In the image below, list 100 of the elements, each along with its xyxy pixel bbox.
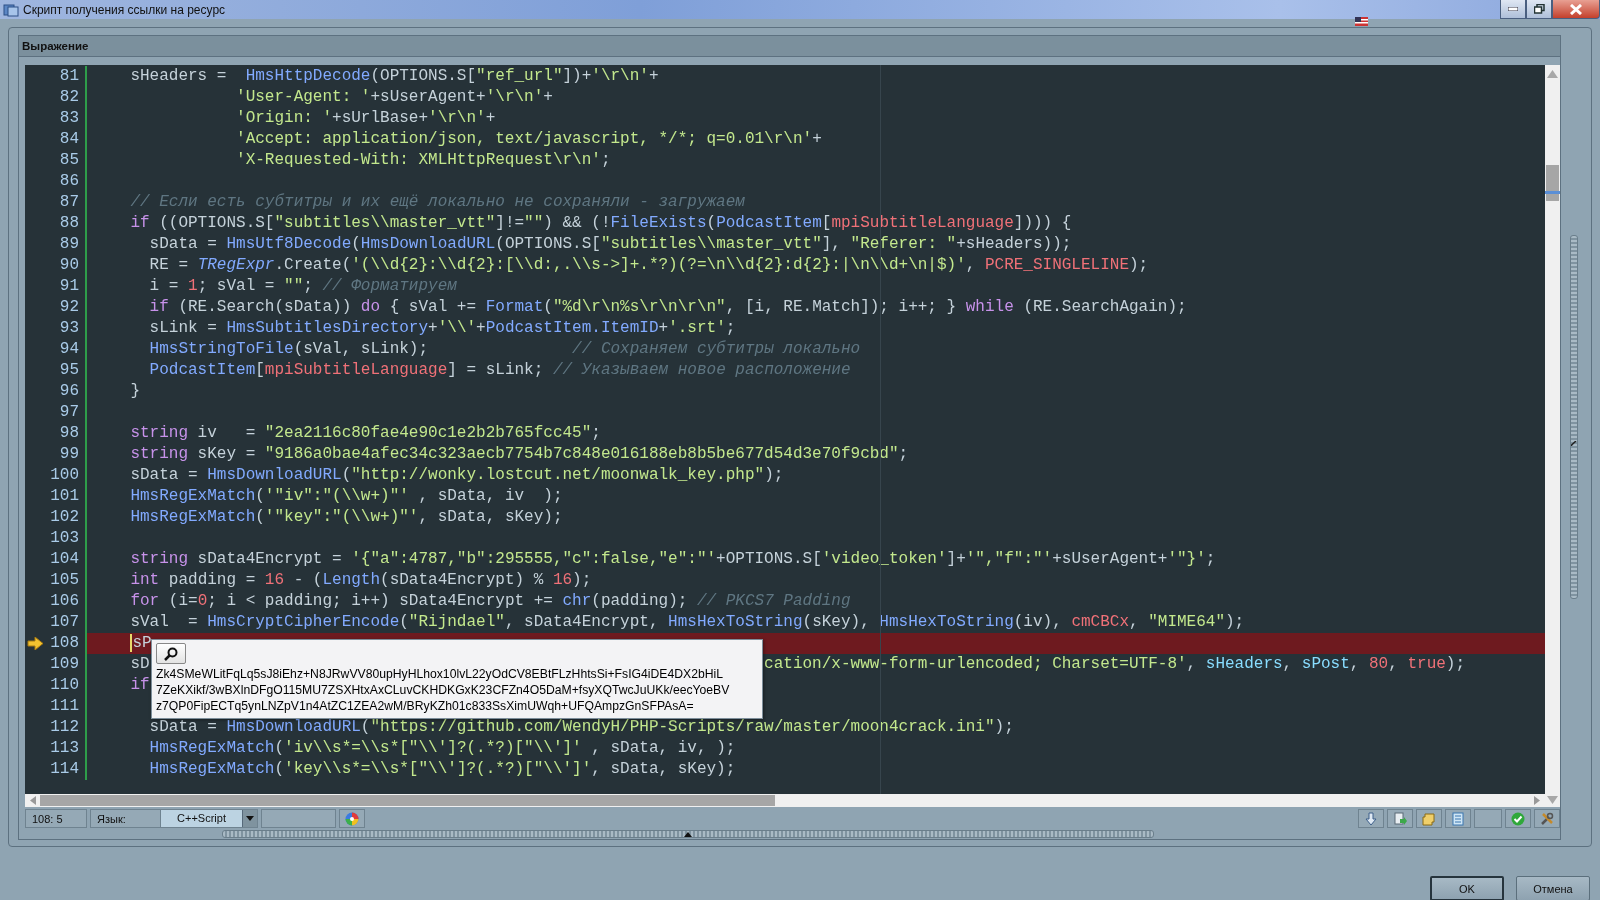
code-line: // Если есть субтитры и их ещё локально не сохраняли - загружаем [129,192,745,213]
toolbar-button[interactable] [1387,809,1413,828]
line-number: 103 [50,528,79,549]
download-icon [1364,811,1378,826]
scrollbar-thumb[interactable] [1546,165,1559,201]
language-dropdown[interactable]: C++Script [160,809,258,828]
line-number: 110 [50,675,79,696]
line-number: 87 [59,192,79,213]
line-number: 85 [59,150,79,171]
minimize-button[interactable] [1500,0,1526,19]
line-number: 112 [50,717,79,738]
execution-arrow-icon [27,637,44,650]
code-line: sVal = HmsCryptCipherEncode("Rijndael", sData4Encrypt, HmsHexToString(sKey), HmsHexToString(iv), cmCBCx, "MIME64"); [129,612,1245,633]
code-line: sData = HmsDownloadURL("http://wonky.lostcut.net/moonwalk_key.php"); [129,465,784,486]
line-number: 109 [50,654,79,675]
splitter-handle[interactable] [1570,235,1578,599]
tooltip-text: z7QP0FipECTq5ynLNZpV1n4AtZC1ZEA2wM/BRyKZh01c833SsXimUWqh+UFQAmpzGnSFPAsA= [156,698,695,714]
code-line: string sKey = "9186a0bae4afec34c323aecb7754b7c848e016188eb8b5be677d54d3e70f9cbd"; [129,444,909,465]
line-number: 94 [59,339,79,360]
list-icon [1452,811,1464,826]
scroll-right-icon [1533,796,1541,805]
code-line: for (i=0; i < padding; i++) sData4Encrypt += chr(padding); // PKCS7 Padding [129,591,851,612]
caret-icon [246,816,254,821]
code-line: HmsRegExMatch('"key":"(\\w+)"', sData, sKey); [129,507,563,528]
code-line: } [129,381,140,402]
code-line: string sData4Encrypt = '{"a":4787,"b":295555,"c":false,"e":"'+OPTIONS.S['video_token']+'","f":"'+sUserAgent+'"}'; [129,549,1216,570]
color-wheel-icon [345,811,359,826]
code-line: i = 1; sVal = ""; // Форматируем [148,276,457,297]
tools-icon [1540,811,1554,826]
line-number: 88 [59,213,79,234]
search-icon [164,646,178,661]
line-number: 96 [59,381,79,402]
code-line: string iv = "2ea2116c80fae4e90c1e2b2b765fcc45"; [129,423,601,444]
scroll-up-icon [1547,70,1558,78]
close-icon [1569,3,1583,15]
code-line: sData = HmsDownloadURL("https://github.com/WendyH/PHP-Scripts/raw/master/moon4crack.ini"); [148,717,1014,738]
color-button[interactable] [339,809,365,828]
line-number: 81 [59,66,79,87]
line-number: 106 [50,591,79,612]
line-number: 82 [59,87,79,108]
line-number: 102 [50,507,79,528]
code-line: PodcastItem[mpiSubtitleLanguage] = sLink; // Указываем новое расположение [148,360,851,381]
check-icon [1511,811,1525,826]
code-line: HmsRegExMatch('key\\s*=\\s*["\\']?(.*?)["\\']', sData, sKey); [148,759,736,780]
language-label: Язык: [90,809,160,828]
line-number: 95 [59,360,79,381]
horizontal-scrollbar[interactable] [25,794,1545,807]
toolbar-button[interactable] [1358,809,1384,828]
code-line: sLink = HmsSubtitlesDirectory+'\\'+PodcastItem.ItemID+'.srt'; [148,318,736,339]
cursor-position: 108: 5 [25,809,87,828]
code-line: 'Accept: application/json, text/javascript, */*; q=0.01\r\n'+ [235,129,822,150]
scroll-icon [1422,811,1436,826]
splitter-handle[interactable] [221,830,1154,838]
line-number: 99 [59,444,79,465]
code-line: 'Origin: '+sUrlBase+'\r\n'+ [235,108,496,129]
code-line: HmsRegExMatch('"iv":"(\\w+)"' , sData, iv ); [129,486,563,507]
toolbar-button[interactable] [1416,809,1442,828]
line-number: 114 [50,759,79,780]
close-button[interactable] [1552,0,1600,19]
toolbar-button[interactable] [1505,809,1531,828]
line-number: 108 [50,633,79,654]
flag-icon [1355,17,1368,26]
window-title: Скрипт получения ссылки на ресурс [23,2,227,17]
line-number: 111 [50,696,79,717]
line-number: 100 [50,465,79,486]
code-line: if [129,675,150,696]
code-line: HmsRegExMatch('iv\\s*=\\s*["\\']?(.*?)["\\']' , sData, iv, ); [148,738,736,759]
line-number: 104 [50,549,79,570]
window-app-icon [3,2,19,17]
scroll-left-icon [29,796,37,805]
line-number: 93 [59,318,79,339]
tooltip-text: 7ZeKXikf/3wBXlnDFgO115MU7ZSXHtxAxCLuvCKHDKGxK23CFZn4O5DaM+fsyXQTwcJuUKk/eecYoeBV [156,682,731,698]
code-line: if ((OPTIONS.S["subtitles\\master_vtt"]!="") && (!FileExists(PodcastItem[mpiSubtitleLanguage]))) { [129,213,1072,234]
line-number: 113 [50,738,79,759]
toolbar-button[interactable] [1445,809,1471,828]
code-line: if (RE.Search(sData)) do { sVal += Format("%d\r\n%s\r\n\r\n", [i, RE.Match]); i++; } while (RE.SearchAgain); [148,297,1187,318]
line-number: 91 [59,276,79,297]
code-line: RE = TRegExpr.Create('(\\d{2}:\\d{2}:[\\d:,.\\s->]+.*?)(?=\n\\d{2}:d{2}:|\n\\d+\n|$)', PCRE_SINGLELINE); [148,255,1149,276]
code-line: HmsStringToFile(sVal, sLink); // Сохраняем субтитры локально [148,339,861,360]
scrollbar-thumb[interactable] [40,795,775,806]
scroll-down-icon [1547,796,1558,804]
cancel-button[interactable]: Отмена [1516,876,1590,900]
maximize-button[interactable] [1526,0,1552,19]
toolbar-button[interactable] [1474,809,1502,828]
ok-button[interactable]: OK [1430,876,1504,900]
line-number: 97 [59,402,79,423]
code-line: int padding = 16 - (Length(sData4Encrypt) % 16); [129,570,592,591]
vertical-scrollbar[interactable] [1545,65,1560,807]
line-number: 107 [50,612,79,633]
inspect-button[interactable] [156,643,186,664]
code-line: sHeaders = HmsHttpDecode(OPTIONS.S["ref_url"])+'\r\n'+ [129,66,659,87]
code-line: sData = HmsUtf8Decode(HmsDownloadURL(OPTIONS.S["subtitles\\master_vtt"], "Referer: "+sHeaders)); [148,234,1072,255]
restore-icon [1533,4,1545,14]
code-line: 'X-Requested-With: XMLHttpRequest\r\n'; [235,150,611,171]
line-number: 92 [59,297,79,318]
line-number: 101 [50,486,79,507]
line-number: 86 [59,171,79,192]
toolbar-button[interactable] [1534,809,1560,828]
line-number: 98 [59,423,79,444]
line-number: 90 [59,255,79,276]
